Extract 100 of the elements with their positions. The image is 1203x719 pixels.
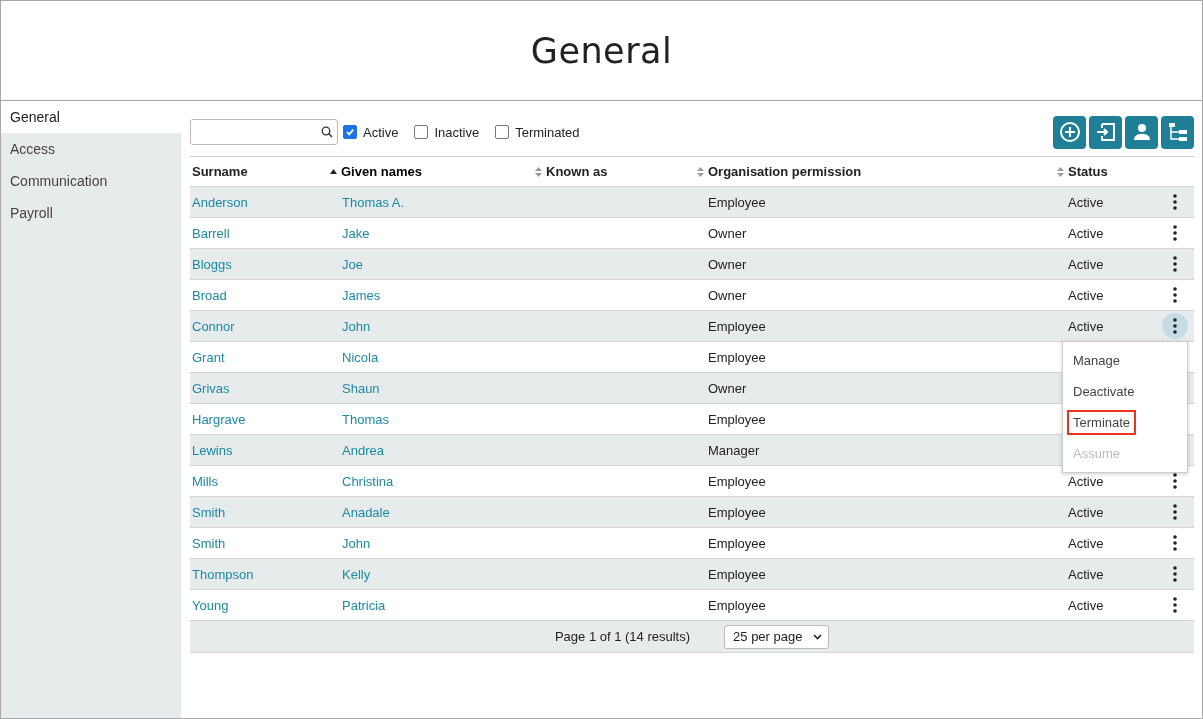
more-options-button[interactable] <box>1161 313 1188 339</box>
search-icon <box>321 126 333 138</box>
surname-link[interactable]: Smith <box>192 535 226 551</box>
surname-link[interactable]: Smith <box>192 504 226 520</box>
surname-link[interactable]: Grivas <box>192 380 230 396</box>
table-cell: Active <box>1068 194 1104 210</box>
person-button[interactable] <box>1125 115 1158 149</box>
filter-label: Active <box>363 124 399 140</box>
given-name-link[interactable]: Andrea <box>342 442 384 458</box>
table-cell: Owner <box>708 256 747 272</box>
surname-link[interactable]: Thompson <box>192 566 254 582</box>
table-cell: Active <box>1068 287 1104 303</box>
sort-icon[interactable] <box>535 166 542 177</box>
page-title: General <box>530 30 673 71</box>
page-size-select[interactable]: 25 per page <box>724 624 830 649</box>
sidebar-item[interactable]: General <box>1 101 181 133</box>
table-cell: Employee <box>708 473 766 489</box>
given-name-link[interactable]: Kelly <box>342 566 371 582</box>
table-cell: Owner <box>708 380 747 396</box>
kebab-icon <box>1172 194 1177 210</box>
menu-item[interactable]: Manage <box>1067 348 1126 373</box>
given-name-link[interactable]: Anadale <box>342 504 390 520</box>
surname-link[interactable]: Young <box>192 597 229 613</box>
pagination-summary: Page 1 of 1 (14 results) <box>554 629 691 644</box>
kebab-icon <box>1172 535 1177 551</box>
given-name-link[interactable]: Jake <box>342 225 370 241</box>
surname-link[interactable]: Anderson <box>192 194 248 210</box>
add-icon <box>1058 121 1081 143</box>
table-cell: Employee <box>708 349 766 365</box>
chevron-down-icon <box>813 633 823 640</box>
table-cell: Employee <box>708 504 766 520</box>
sort-icon[interactable] <box>1057 166 1064 177</box>
kebab-icon <box>1172 318 1177 334</box>
surname-link[interactable]: Lewins <box>192 442 233 458</box>
surname-link[interactable]: Barrell <box>192 225 230 241</box>
table-cell: Active <box>1068 225 1104 241</box>
tree-button[interactable] <box>1161 115 1194 149</box>
column-header[interactable]: Organisation permission <box>708 164 862 179</box>
kebab-icon <box>1172 566 1177 582</box>
kebab-icon <box>1172 287 1177 303</box>
table-cell: Employee <box>708 597 766 613</box>
person-icon <box>1132 123 1151 141</box>
column-header[interactable]: Known as <box>546 164 608 179</box>
filter-checkbox[interactable] <box>343 125 357 139</box>
table-cell: Owner <box>708 287 747 303</box>
sidebar-item[interactable]: Payroll <box>1 197 181 229</box>
surname-link[interactable]: Mills <box>192 473 218 489</box>
given-name-link[interactable]: Thomas <box>342 411 389 427</box>
given-name-link[interactable]: John <box>342 318 371 334</box>
table-cell: Manager <box>708 442 760 458</box>
table-cell: Employee <box>708 535 766 551</box>
table-cell: Active <box>1068 535 1104 551</box>
menu-item[interactable]: Terminate <box>1067 410 1137 435</box>
sidebar-item[interactable]: Access <box>1 133 181 165</box>
kebab-icon <box>1172 504 1177 520</box>
import-icon <box>1095 123 1116 141</box>
kebab-icon <box>1172 225 1177 241</box>
sort-ascending-icon[interactable] <box>330 169 337 174</box>
given-name-link[interactable]: James <box>342 287 381 303</box>
table-cell: Active <box>1068 597 1104 613</box>
given-name-link[interactable]: Thomas A. <box>342 194 405 210</box>
sort-icon[interactable] <box>697 166 704 177</box>
filter-label: Terminated <box>515 124 580 140</box>
filter-checkbox[interactable] <box>495 125 510 139</box>
add-button[interactable] <box>1053 115 1086 149</box>
kebab-icon <box>1172 473 1177 489</box>
kebab-icon <box>1172 256 1177 272</box>
given-name-link[interactable]: Christina <box>342 473 394 489</box>
table-cell: Employee <box>708 411 766 427</box>
menu-item[interactable]: Deactivate <box>1067 379 1141 404</box>
tree-icon <box>1167 122 1188 142</box>
surname-link[interactable]: Bloggs <box>192 256 232 272</box>
table-cell: Employee <box>708 566 766 582</box>
checkmark-icon <box>345 127 355 137</box>
column-header[interactable]: Surname <box>192 164 248 179</box>
table-cell: Active <box>1068 504 1104 520</box>
surname-link[interactable]: Hargrave <box>192 411 246 427</box>
sidebar-item[interactable]: Communication <box>1 165 181 197</box>
table-cell: Active <box>1068 256 1104 272</box>
table-cell: Employee <box>708 194 766 210</box>
kebab-icon <box>1172 597 1177 613</box>
given-name-link[interactable]: John <box>342 535 371 551</box>
column-header[interactable]: Status <box>1068 164 1108 179</box>
filter-label: Inactive <box>434 124 480 140</box>
search-field[interactable] <box>190 119 338 145</box>
surname-link[interactable]: Grant <box>192 349 225 365</box>
given-name-link[interactable]: Joe <box>342 256 363 272</box>
table-cell: Active <box>1068 566 1104 582</box>
surname-link[interactable]: Broad <box>192 287 227 303</box>
table-cell: Owner <box>708 225 747 241</box>
column-header[interactable]: Given names <box>341 164 422 179</box>
import-button[interactable] <box>1089 115 1122 149</box>
table-cell: Active <box>1068 318 1104 334</box>
given-name-link[interactable]: Patricia <box>342 597 386 613</box>
filter-checkbox[interactable] <box>414 125 429 139</box>
given-name-link[interactable]: Nicola <box>342 349 379 365</box>
table-cell: Active <box>1068 473 1104 489</box>
surname-link[interactable]: Connor <box>192 318 235 334</box>
table-cell: Employee <box>708 318 766 334</box>
given-name-link[interactable]: Shaun <box>342 380 380 396</box>
